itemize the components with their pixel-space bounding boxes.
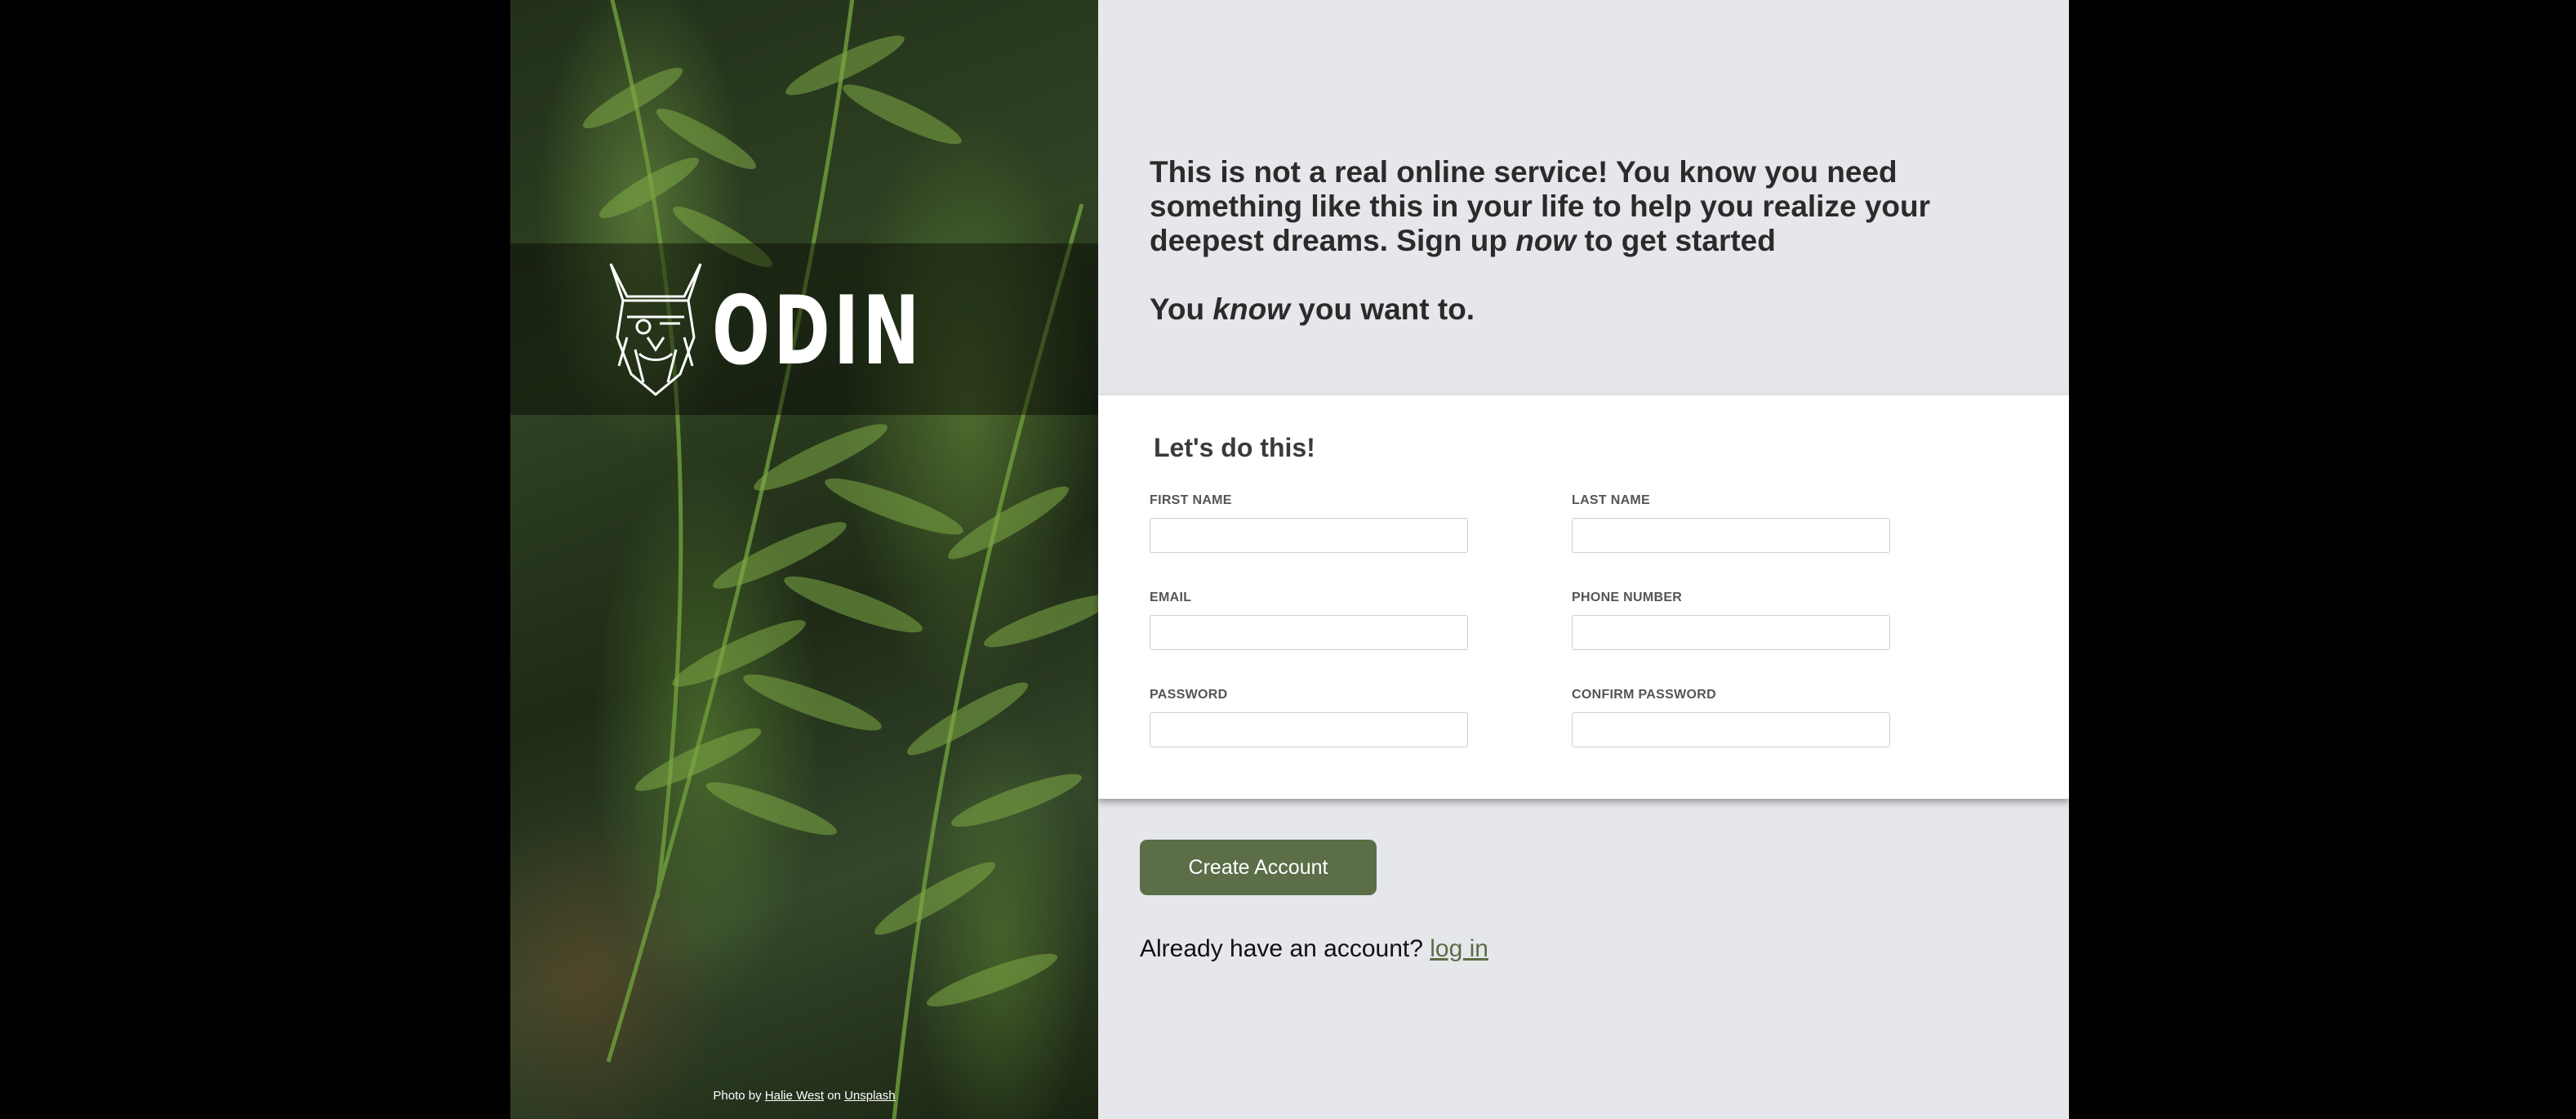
intro2-text-end: you want to. [1298, 292, 1475, 326]
logo-text: ODIN [712, 276, 924, 386]
email-input[interactable] [1150, 615, 1468, 650]
signup-form: Let's do this! FIRST NAME LAST NAME EMAI… [1098, 395, 2069, 799]
login-prompt-text: Already have an account? [1140, 935, 1423, 962]
email-field: EMAIL [1150, 590, 1468, 650]
last-name-input[interactable] [1572, 518, 1890, 553]
email-label: EMAIL [1150, 591, 1192, 604]
login-prompt: Already have an account? log in [1140, 935, 1488, 963]
first-name-field: FIRST NAME [1150, 493, 1468, 553]
fern-background-image [582, 0, 1098, 1119]
confirm-password-field: CONFIRM PASSWORD [1572, 687, 1890, 747]
credit-prefix: Photo by [713, 1089, 762, 1103]
first-name-input[interactable] [1150, 518, 1468, 553]
credit-author-link[interactable]: Halie West [765, 1089, 824, 1103]
last-name-label: LAST NAME [1572, 493, 1651, 507]
intro-emphasis-know: know [1212, 292, 1290, 326]
intro-paragraph-1: This is not a real online service! You k… [1150, 155, 1966, 258]
password-input[interactable] [1150, 712, 1468, 747]
phone-number-field: PHONE NUMBER [1572, 590, 1890, 650]
phone-number-label: PHONE NUMBER [1572, 591, 1683, 604]
intro-emphasis-now: now [1515, 224, 1577, 257]
last-name-field: LAST NAME [1572, 493, 1890, 553]
password-label: PASSWORD [1150, 688, 1228, 702]
page-frame: ODIN Photo by Halie West on Unsplash Thi… [510, 0, 2069, 1119]
logo-band: ODIN [510, 243, 1098, 415]
login-link[interactable]: log in [1430, 935, 1488, 962]
first-name-label: FIRST NAME [1150, 493, 1232, 507]
phone-number-input[interactable] [1572, 615, 1890, 650]
confirm-password-label: CONFIRM PASSWORD [1572, 688, 1716, 702]
intro-text: This is not a real online service! You k… [1150, 155, 1966, 327]
create-account-button[interactable]: Create Account [1140, 840, 1377, 895]
viking-head-icon [609, 263, 702, 396]
hero-photo-panel: ODIN Photo by Halie West on Unsplash [510, 0, 1098, 1119]
password-field: PASSWORD [1150, 687, 1468, 747]
credit-middle: on [827, 1089, 841, 1103]
credit-site-link[interactable]: Unsplash [844, 1089, 896, 1103]
form-title: Let's do this! [1154, 433, 1315, 462]
confirm-password-input[interactable] [1572, 712, 1890, 747]
logo: ODIN [603, 260, 1005, 399]
photo-credit: Photo by Halie West on Unsplash [510, 1089, 1098, 1103]
intro2-text-start: You [1150, 292, 1205, 326]
signup-panel: This is not a real online service! You k… [1098, 0, 2069, 1119]
intro-paragraph-2: You know you want to. [1150, 292, 1966, 327]
intro-text-end: to get started [1584, 224, 1776, 257]
